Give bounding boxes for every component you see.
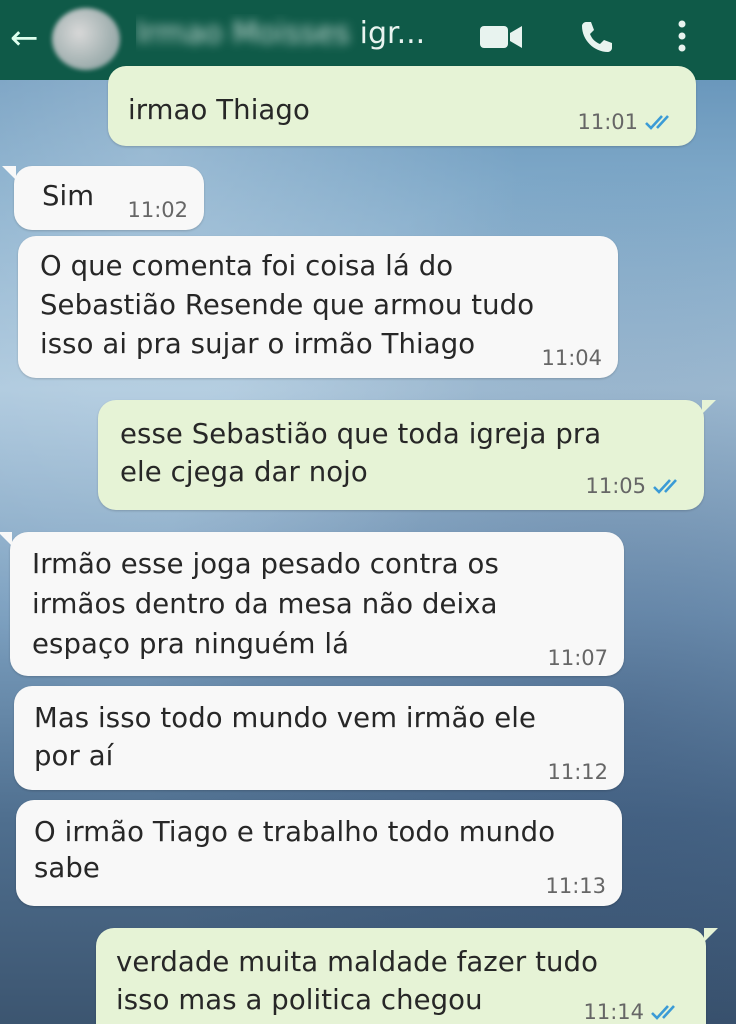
message-text-line: Mas isso todo mundo vem irmão ele <box>34 702 536 734</box>
message-meta: 11:01 <box>577 110 678 134</box>
message-time: 11:02 <box>127 198 188 222</box>
message-time: 11:01 <box>577 110 638 134</box>
message-text-line: ele cjega dar nojo <box>120 456 368 488</box>
message-text-line: Sim <box>42 180 95 212</box>
message-meta: 11:13 <box>545 874 606 898</box>
bubble-tail <box>704 928 718 942</box>
message-text-line: espaço pra ninguém lá <box>32 628 350 660</box>
read-receipt-icon <box>651 1005 675 1020</box>
contact-avatar[interactable] <box>52 8 120 70</box>
message-meta: 11:02 <box>127 198 188 222</box>
back-arrow-icon[interactable]: ← <box>10 18 39 58</box>
message-time: 11:05 <box>585 474 646 498</box>
message-text-line: irmao Thiago <box>128 94 310 126</box>
message-bubble-incoming[interactable]: O que comenta foi coisa lá do Sebastião … <box>18 236 618 378</box>
message-bubble-outgoing[interactable]: esse Sebastião que toda igreja pra ele c… <box>98 400 716 510</box>
message-meta: 11:14 <box>583 1000 684 1024</box>
message-bubble-incoming[interactable]: Irmão esse joga pesado contra os irmãos … <box>0 532 624 676</box>
message-time: 11:12 <box>547 760 608 784</box>
message-text-line: por aí <box>34 740 114 772</box>
message-time: 11:13 <box>545 874 606 898</box>
message-text-line: O que comenta foi coisa lá do <box>40 250 454 282</box>
contact-name-blurred: Irmao Moisses <box>136 16 351 51</box>
message-text-line: Sebastião Resende que armou tudo <box>40 289 535 321</box>
message-text-line: isso mas a politica chegou <box>116 984 483 1016</box>
message-bubble-outgoing[interactable]: verdade muita maldade fazer tudo isso ma… <box>96 928 718 1024</box>
bubble-tail <box>0 532 12 546</box>
message-text-line: isso ai pra sujar o irmão Thiago <box>40 328 476 360</box>
bubble-tail <box>2 166 16 180</box>
message-bubble-incoming[interactable]: Mas isso todo mundo vem irmão ele por aí… <box>14 686 624 790</box>
message-text-line: Irmão esse joga pesado contra os <box>32 548 499 580</box>
message-meta: 11:05 <box>585 474 686 498</box>
message-meta: 11:04 <box>541 346 602 370</box>
message-text-line: O irmão Tiago e trabalho todo mundo <box>34 816 556 848</box>
phone-call-icon[interactable] <box>576 16 622 56</box>
message-bubble-outgoing[interactable]: irmao Thiago 11:01 <box>108 66 696 146</box>
message-time: 11:07 <box>547 646 608 670</box>
message-meta: 11:07 <box>547 646 608 670</box>
message-text-line: sabe <box>34 852 100 884</box>
message-bubble-incoming[interactable]: O irmão Tiago e trabalho todo mundo sabe… <box>16 800 622 906</box>
more-options-icon[interactable] <box>664 16 700 56</box>
read-receipt-icon <box>645 115 669 130</box>
video-call-icon[interactable] <box>478 16 524 56</box>
message-text-line: verdade muita maldade fazer tudo <box>116 946 599 978</box>
message-bubble-incoming[interactable]: Sim 11:02 <box>2 166 204 230</box>
contact-name-suffix: igr... <box>359 16 426 51</box>
message-meta: 11:12 <box>547 760 608 784</box>
bubble-tail <box>702 400 716 414</box>
read-receipt-icon <box>653 479 677 494</box>
message-time: 11:14 <box>583 1000 644 1024</box>
message-text-line: irmãos dentro da mesa não deixa <box>32 588 498 620</box>
message-text-line: esse Sebastião que toda igreja pra <box>120 418 602 450</box>
contact-name[interactable]: Irmao Moisses igr... <box>136 14 446 54</box>
message-time: 11:04 <box>541 346 602 370</box>
